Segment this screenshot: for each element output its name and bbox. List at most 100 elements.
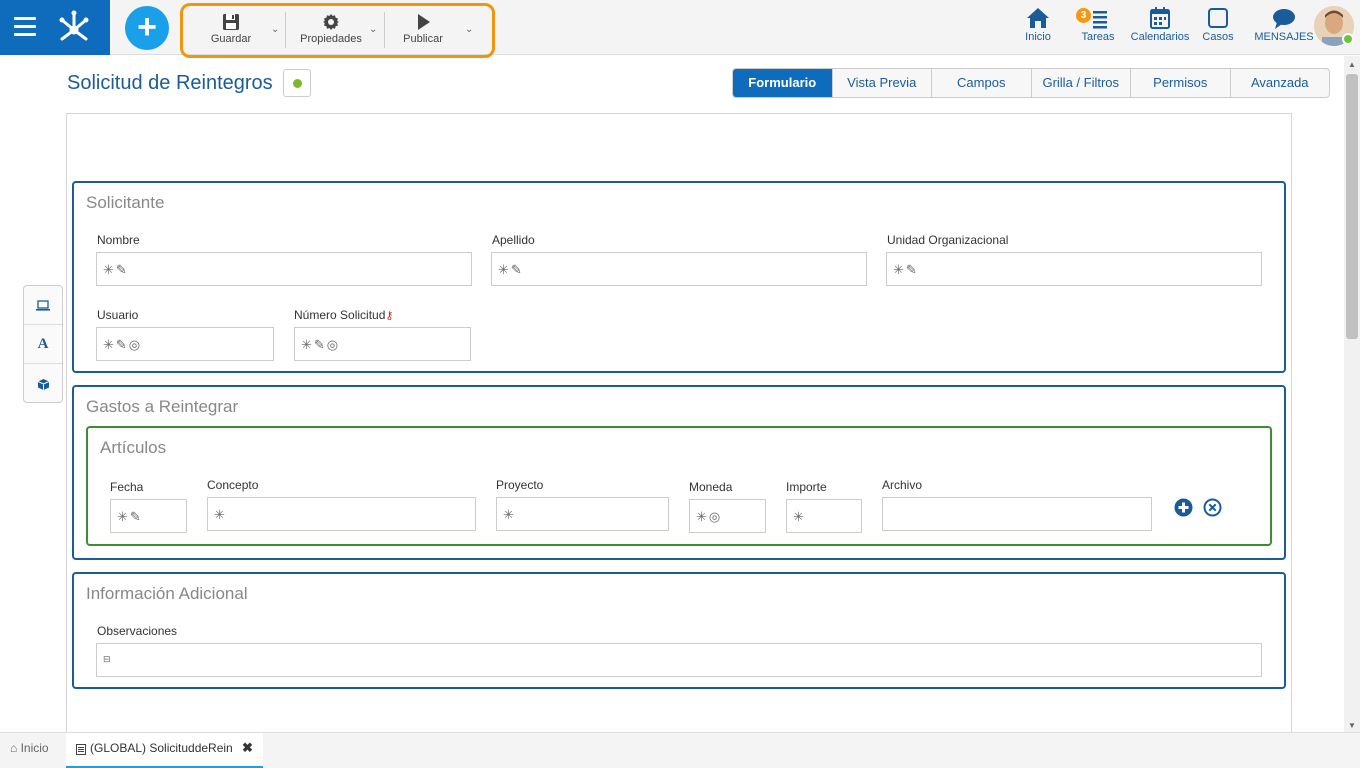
save-icon (223, 14, 239, 30)
bottom-tab-home-label: Inicio (20, 741, 49, 755)
nav-calendars[interactable]: Calendarios (1128, 6, 1192, 43)
element-palette: A (23, 285, 63, 403)
section-title: Información Adicional (86, 584, 248, 603)
add-row-icon[interactable] (1174, 498, 1193, 517)
section-title: Solicitante (86, 193, 165, 212)
brand-panel (0, 0, 110, 55)
unidad-organizacional-field[interactable]: ✳✎ (886, 252, 1262, 286)
required-edit-icon: ✳✎ (103, 262, 129, 277)
save-button[interactable]: Guardar (199, 9, 263, 51)
required-edit-icon: ✳✎ (498, 262, 524, 277)
label-proyecto: Proyecto (496, 478, 544, 492)
nombre-field[interactable]: ✳✎ (96, 252, 472, 286)
bottom-tab-bar: ⌂ Inicio (GLOBAL) SolicituddeRein ✖ (0, 732, 1360, 768)
nav-calendars-label: Calendarios (1130, 31, 1190, 43)
required-icon: ✳ (793, 509, 806, 524)
text-area-icon: ⊟ (103, 654, 113, 664)
chat-icon (1273, 9, 1295, 29)
save-chevron-down-icon[interactable]: ⌄ (271, 24, 279, 35)
label-numero-solicitud: Número Solicitud⚷ (294, 308, 393, 322)
home-icon (1027, 8, 1049, 28)
document-icon (76, 744, 86, 755)
label-moneda: Moneda (689, 480, 733, 494)
close-icon[interactable]: ✖ (242, 740, 253, 756)
required-edit-hidden-icon: ✳✎◎ (103, 337, 143, 352)
nav-home-label: Inicio (1025, 31, 1051, 43)
properties-chevron-down-icon[interactable]: ⌄ (369, 24, 377, 35)
numero-solicitud-field[interactable]: ✳✎◎ (294, 327, 471, 361)
label-observaciones: Observaciones (97, 624, 178, 638)
key-icon: ⚷ (385, 310, 394, 322)
apellido-field[interactable]: ✳✎ (491, 252, 867, 286)
status-badge[interactable] (283, 69, 311, 97)
archivo-field[interactable] (882, 497, 1152, 531)
observaciones-field[interactable]: ⊟ (96, 643, 1262, 677)
tab-grilla-filtros[interactable]: Grilla / Filtros (1032, 69, 1131, 97)
concepto-field[interactable]: ✳ (207, 497, 476, 531)
top-bar: + Guardar ⌄ Propiedades ⌄ Publicar ⌄ Ini… (0, 0, 1360, 58)
tasks-badge: 3 (1076, 8, 1091, 23)
laptop-icon[interactable] (24, 286, 62, 325)
label-fecha: Fecha (110, 480, 144, 494)
tab-vista-previa[interactable]: Vista Previa (833, 69, 932, 97)
publish-button[interactable]: Publicar (391, 9, 455, 51)
status-dot-icon (293, 79, 302, 88)
vertical-scrollbar[interactable]: ▲ ▼ (1344, 56, 1360, 732)
calendar-icon (1150, 7, 1170, 29)
tab-bar: Formulario Vista Previa Campos Grilla / … (732, 68, 1330, 98)
required-edit-hidden-icon: ✳✎◎ (301, 337, 341, 352)
required-edit-icon: ✳✎ (893, 262, 919, 277)
nav-home[interactable]: Inicio (1018, 6, 1058, 43)
gear-icon (323, 14, 339, 30)
nav-messages[interactable]: MENSAJES (1252, 6, 1316, 43)
add-button[interactable]: + (125, 6, 169, 50)
toolbar-divider (384, 12, 385, 48)
label-apellido: Apellido (492, 233, 535, 247)
cube-icon[interactable] (24, 364, 62, 403)
nav-messages-label: MENSAJES (1254, 31, 1314, 43)
usuario-field[interactable]: ✳✎◎ (96, 327, 274, 361)
delete-row-icon[interactable] (1203, 498, 1222, 517)
label-importe: Importe (786, 480, 827, 494)
play-icon (418, 14, 430, 30)
tab-campos[interactable]: Campos (932, 69, 1032, 97)
tab-avanzada[interactable]: Avanzada (1231, 69, 1330, 97)
cases-icon (1208, 8, 1228, 28)
toolbar-divider (285, 12, 286, 48)
home-icon: ⌂ (10, 741, 18, 755)
importe-field[interactable]: ✳ (786, 499, 862, 533)
label-numero-solicitud-text: Número Solicitud (294, 308, 386, 322)
moneda-field[interactable]: ✳◎ (689, 499, 766, 533)
required-edit-icon: ✳✎ (117, 509, 143, 524)
label-usuario: Usuario (97, 308, 139, 322)
text-icon[interactable]: A (24, 325, 62, 364)
bottom-tab-document-label: (GLOBAL) SolicituddeRein (90, 741, 233, 755)
label-concepto: Concepto (207, 478, 259, 492)
properties-button[interactable]: Propiedades (291, 9, 371, 51)
tab-permisos[interactable]: Permisos (1131, 69, 1231, 97)
scroll-up-icon[interactable]: ▲ (1348, 60, 1356, 69)
label-unidad-organizacional: Unidad Organizacional (887, 233, 1009, 247)
required-icon: ✳ (503, 507, 516, 522)
label-archivo: Archivo (882, 478, 923, 492)
bottom-tab-document[interactable]: (GLOBAL) SolicituddeRein ✖ (66, 733, 263, 768)
toolbar-group: Guardar ⌄ Propiedades ⌄ Publicar ⌄ (180, 3, 495, 58)
subsection-title: Artículos (100, 438, 167, 457)
scroll-down-icon[interactable]: ▼ (1348, 721, 1356, 730)
bottom-tab-home[interactable]: ⌂ Inicio (10, 741, 49, 755)
menu-icon[interactable] (14, 17, 36, 37)
publish-chevron-down-icon[interactable]: ⌄ (465, 24, 473, 35)
nav-tasks-label: Tareas (1081, 31, 1115, 43)
scroll-thumb[interactable] (1346, 74, 1358, 339)
nav-cases[interactable]: Casos (1200, 6, 1236, 43)
nav-tasks[interactable]: 3 Tareas (1076, 6, 1118, 43)
proyecto-field[interactable]: ✳ (496, 497, 669, 531)
fecha-field[interactable]: ✳✎ (110, 499, 187, 533)
logo-icon[interactable] (56, 10, 92, 42)
label-nombre: Nombre (97, 233, 140, 247)
properties-label: Propiedades (300, 33, 362, 45)
section-title: Gastos a Reintegrar (86, 397, 239, 416)
required-icon: ✳ (214, 507, 227, 522)
tab-formulario[interactable]: Formulario (733, 69, 833, 97)
online-status-dot (1342, 33, 1354, 45)
